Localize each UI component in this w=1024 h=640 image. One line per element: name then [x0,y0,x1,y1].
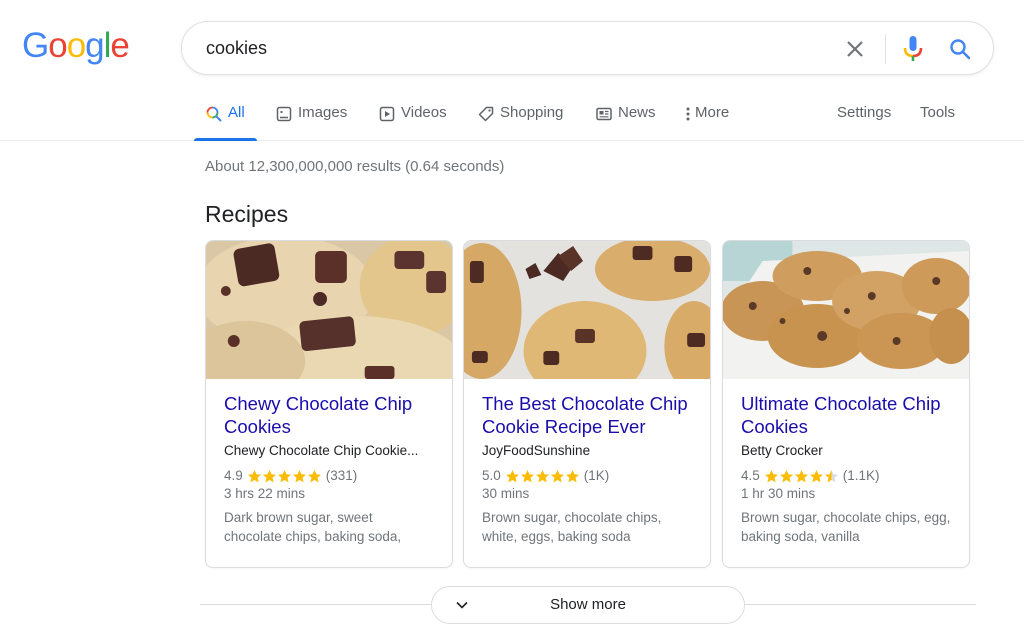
result-stats: About 12,300,000,000 results (0.64 secon… [205,158,505,175]
show-more-label: Show more [550,596,626,613]
tab-label: Images [298,104,348,121]
search-button[interactable] [947,36,973,62]
review-count: (1.1K) [842,468,880,483]
star-full-icon [307,469,321,482]
logo-letter: G [22,26,49,65]
recipe-title-link[interactable]: The Best Chocolate Chip Cookie Recipe Ev… [482,392,692,438]
rating-value: 5.0 [482,468,501,483]
search-tabs: All Images Videos Shopping News More Set… [0,96,1024,141]
tab-all[interactable]: All [194,104,257,141]
logo-letter: l [103,26,112,65]
logo-letter: o [48,26,67,65]
recipe-time: 30 mins [482,486,530,501]
search-icon [206,106,222,122]
search-box [181,21,994,75]
recipe-image [206,241,452,379]
logo-letter: e [110,26,129,65]
star-full-icon [550,469,564,482]
recipes-heading: Recipes [205,201,289,227]
tab-label: News [618,104,656,121]
review-count: (1K) [583,468,610,483]
more-vertical-icon [686,107,690,121]
recipe-card[interactable]: Chewy Chocolate Chip Cookies Chewy Choco… [205,240,453,568]
review-count: (331) [325,468,358,483]
recipe-ingredients: Dark brown sugar, sweet chocolate chips,… [224,510,402,544]
star-full-icon [535,469,549,482]
tab-videos[interactable]: Videos [379,104,447,141]
rating-value: 4.5 [741,468,760,483]
star-full-icon [520,469,534,482]
tab-news[interactable]: News [596,104,656,141]
close-icon [847,41,863,57]
tab-more[interactable]: More [684,104,729,141]
star-half-icon [824,469,838,482]
star-rating [505,469,580,484]
tab-shopping[interactable]: Shopping [478,104,563,141]
rating-value: 4.9 [224,468,243,483]
tab-label: Shopping [500,104,564,121]
logo-letter: o [66,26,86,65]
microphone-icon [903,36,923,61]
star-full-icon [565,469,579,482]
recipe-ingredients: Brown sugar, chocolate chips, white, egg… [482,510,662,544]
recipe-card[interactable]: The Best Chocolate Chip Cookie Recipe Ev… [463,240,711,568]
recipe-source: Betty Crocker [741,443,823,458]
logo-letter: g [85,26,104,65]
tools-link[interactable]: Tools [920,104,955,121]
google-logo[interactable]: Google [22,26,130,66]
news-icon [596,107,612,121]
tab-images[interactable]: Images [276,104,347,141]
tab-label: Videos [401,104,447,121]
voice-search-button[interactable] [900,33,926,65]
star-full-icon [505,469,519,482]
search-input[interactable] [206,22,806,74]
recipe-image [464,241,710,379]
recipe-rating: 4.5 (1.1K) [741,467,951,485]
recipe-rating: 4.9 (331) [224,467,434,485]
recipe-title-link[interactable]: Chewy Chocolate Chip Cookies [224,392,434,438]
tag-icon [478,106,494,122]
recipe-image [723,241,969,379]
recipe-rating: 5.0 (1K) [482,467,692,485]
clear-search-button[interactable] [842,36,868,62]
recipe-source: JoyFoodSunshine [482,443,591,458]
star-full-icon [794,469,808,482]
star-full-icon [809,469,823,482]
star-full-icon [292,469,306,482]
show-more-button[interactable]: Show more [431,586,745,624]
recipe-time: 1 hr 30 mins [741,486,816,501]
recipe-title-link[interactable]: Ultimate Chocolate Chip Cookies [741,392,951,438]
star-full-icon [764,469,778,482]
star-full-icon [779,469,793,482]
search-icon [950,39,971,60]
settings-link[interactable]: Settings [837,104,891,121]
star-rating [764,469,839,484]
search-divider [885,34,886,64]
tab-label: More [695,104,730,121]
star-rating [247,469,322,484]
star-full-icon [247,469,261,482]
tab-label: All [228,104,245,121]
recipe-ingredients: Brown sugar, chocolate chips, egg, bakin… [741,510,951,544]
recipe-time: 3 hrs 22 mins [224,486,306,501]
image-icon [276,106,292,122]
video-icon [379,106,395,122]
recipe-source: Chewy Chocolate Chip Cookie... [224,443,419,458]
recipe-card[interactable]: Ultimate Chocolate Chip Cookies Betty Cr… [722,240,970,568]
star-full-icon [277,469,291,482]
star-full-icon [262,469,276,482]
